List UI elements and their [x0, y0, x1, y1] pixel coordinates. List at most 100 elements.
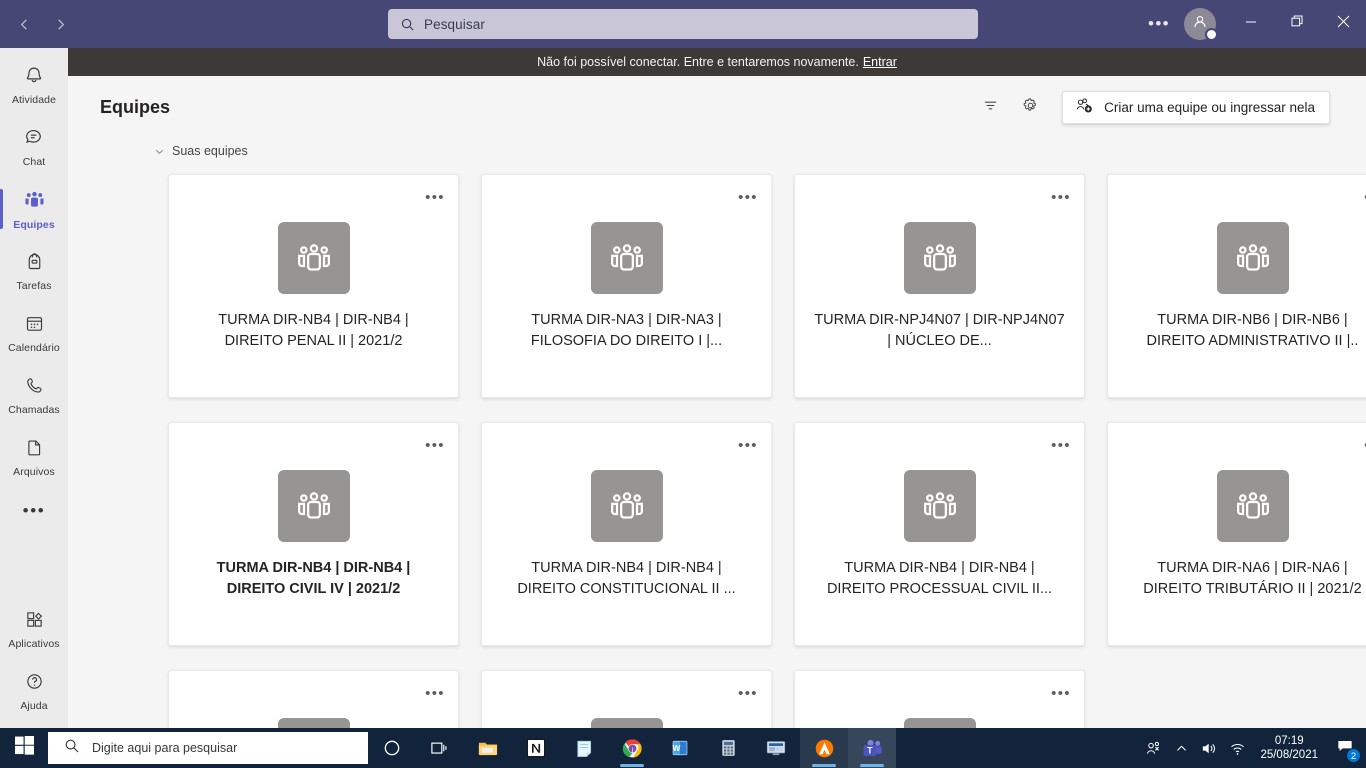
team-card[interactable]: ••• TURMA DIR-NA6 | DIR-NA6 | DIREITO TRI… [1107, 422, 1366, 646]
team-avatar-icon [590, 718, 663, 728]
page-title: Equipes [100, 96, 171, 117]
restore-icon [1291, 15, 1304, 33]
svg-text:T: T [867, 745, 873, 755]
manage-teams-button[interactable] [1014, 91, 1046, 123]
sidebar-item-arquivos[interactable]: Arquivos [0, 426, 68, 488]
team-card[interactable]: ••• TURMA DIR-NB4 | DIR-NB4 | DIREITO CIV… [168, 422, 459, 646]
team-card-more-options-icon[interactable]: ••• [1048, 187, 1074, 209]
team-card-more-options-icon[interactable]: ••• [1361, 187, 1366, 209]
clock-date: 25/08/2021 [1260, 749, 1318, 761]
app-more-button[interactable]: ••• [1142, 7, 1176, 41]
task-view-icon[interactable] [416, 728, 464, 768]
filter-button[interactable] [974, 91, 1006, 123]
notion-icon[interactable] [512, 728, 560, 768]
sidebar-item-chamadas[interactable]: Chamadas [0, 364, 68, 426]
taskbar-app-buttons: j W T [368, 728, 896, 768]
back-button[interactable] [8, 8, 40, 40]
page-header: Equipes Criar uma equipe ou ingressar ne… [68, 76, 1366, 138]
teams-icon [23, 188, 46, 216]
start-button[interactable] [0, 728, 48, 768]
gear-icon [1021, 96, 1040, 118]
calendar-icon [24, 313, 45, 339]
team-card[interactable]: ••• TURMA DIR-NB4 | DIR-NB4 | DIREITO CON… [481, 422, 772, 646]
svg-text:W: W [673, 744, 681, 753]
section-label: Suas equipes [172, 144, 248, 158]
team-card-more-options-icon[interactable]: ••• [735, 683, 761, 705]
team-card[interactable]: ••• [168, 670, 459, 728]
alert-message: Não foi possível conectar. Entre e tenta… [537, 55, 859, 69]
search-input[interactable]: Pesquisar [388, 9, 978, 39]
chrome-icon[interactable]: j [608, 728, 656, 768]
header-actions: Criar uma equipe ou ingressar nela [974, 90, 1330, 124]
your-teams-section-header[interactable]: Suas equipes [68, 138, 1366, 164]
tray-volume-icon[interactable] [1194, 728, 1223, 768]
tray-network-icon[interactable] [1223, 728, 1252, 768]
windows-logo-icon [14, 736, 34, 760]
team-name: TURMA DIR-NB4 | DIR-NB4 | DIREITO CONSTI… [517, 560, 736, 597]
team-avatar-icon [903, 718, 976, 728]
team-card[interactable]: ••• [481, 670, 772, 728]
sidebar-item-atividade[interactable]: Atividade [0, 54, 68, 116]
team-avatar-icon [1216, 470, 1289, 542]
team-card-more-options-icon[interactable]: ••• [422, 187, 448, 209]
team-name: TURMA DIR-NA6 | DIR-NA6 | DIREITO TRIBUT… [1143, 560, 1362, 597]
teams-taskbar-icon[interactable]: T [848, 728, 896, 768]
file-explorer-icon[interactable] [464, 728, 512, 768]
avatar[interactable] [1184, 8, 1218, 41]
team-card[interactable]: ••• [794, 670, 1085, 728]
sidebar-item-tarefas[interactable]: Tarefas [0, 240, 68, 302]
presence-badge [1205, 28, 1218, 41]
team-card-more-options-icon[interactable]: ••• [1048, 435, 1074, 457]
minimize-icon [1245, 15, 1257, 33]
teams-grid: ••• TURMA DIR-NB4 | DIR-NB4 | DIREITO PEN… [68, 174, 1366, 728]
sticky-notes-icon[interactable] [560, 728, 608, 768]
tray-people-icon[interactable] [1139, 728, 1168, 768]
sidebar-more-apps-button[interactable]: ••• [0, 488, 68, 534]
windows-taskbar: Digite aqui para pesquisar j W T 07:19 2… [0, 728, 1366, 768]
forward-button[interactable] [44, 8, 76, 40]
system-tray: 07:19 25/08/2021 2 [1139, 728, 1366, 768]
team-card-more-options-icon[interactable]: ••• [1361, 435, 1366, 457]
sidebar-item-equipes[interactable]: Equipes [0, 178, 68, 240]
sidebar-item-ajuda[interactable]: Ajuda [0, 660, 68, 722]
taskbar-search-input[interactable]: Digite aqui para pesquisar [48, 732, 368, 764]
avast-icon[interactable] [800, 728, 848, 768]
alert-signin-link[interactable]: Entrar [863, 55, 897, 69]
team-card-more-options-icon[interactable]: ••• [422, 683, 448, 705]
sidebar-item-label: Aplicativos [8, 637, 60, 650]
team-card[interactable]: ••• TURMA DIR-NB4 | DIR-NB4 | DIREITO PRO… [794, 422, 1085, 646]
remote-desktop-icon[interactable] [752, 728, 800, 768]
cortana-icon[interactable] [368, 728, 416, 768]
tray-chevron-up-icon[interactable] [1168, 728, 1194, 768]
backpack-icon [24, 251, 45, 277]
sidebar-item-label: Atividade [11, 94, 57, 106]
taskbar-clock[interactable]: 07:19 25/08/2021 [1252, 728, 1328, 768]
minimize-button[interactable] [1228, 0, 1274, 48]
team-card-more-options-icon[interactable]: ••• [735, 435, 761, 457]
team-name: TURMA DIR-NA3 | DIR-NA3 | FILOSOFIA DO D… [530, 312, 723, 349]
close-button[interactable] [1320, 0, 1366, 48]
team-avatar-icon [277, 470, 350, 542]
maximize-button[interactable] [1274, 0, 1320, 48]
sidebar-item-chat[interactable]: Chat [0, 116, 68, 178]
taskbar-search-placeholder: Digite aqui para pesquisar [92, 741, 238, 755]
notification-center-button[interactable]: 2 [1328, 728, 1362, 768]
create-team-button[interactable]: Criar uma equipe ou ingressar nela [1062, 90, 1330, 124]
sidebar-item-aplicativos[interactable]: Aplicativos [0, 598, 68, 660]
team-card[interactable]: ••• TURMA DIR-NB6 | DIR-NB6 | DIREITO ADM… [1107, 174, 1366, 398]
team-card-more-options-icon[interactable]: ••• [1048, 683, 1074, 705]
file-icon [24, 437, 45, 463]
team-card[interactable]: ••• TURMA DIR-NB4 | DIR-NB4 | DIREITO PEN… [168, 174, 459, 398]
team-card-more-options-icon[interactable]: ••• [422, 435, 448, 457]
team-card-more-options-icon[interactable]: ••• [735, 187, 761, 209]
word-icon[interactable]: W [656, 728, 704, 768]
phone-icon [24, 375, 45, 401]
sidebar-bottom-group: Aplicativos Ajuda [0, 598, 68, 722]
close-icon [1337, 15, 1350, 33]
team-name: TURMA DIR-NB4 | DIR-NB4 | DIREITO CIVIL … [216, 560, 411, 597]
team-card[interactable]: ••• TURMA DIR-NPJ4N07 | DIR-NPJ4N07 | NÚC… [794, 174, 1085, 398]
team-card[interactable]: ••• TURMA DIR-NA3 | DIR-NA3 | FILOSOFIA D… [481, 174, 772, 398]
sidebar-item-calendario[interactable]: Calendário [0, 302, 68, 364]
chat-icon [23, 126, 45, 153]
calculator-icon[interactable] [704, 728, 752, 768]
